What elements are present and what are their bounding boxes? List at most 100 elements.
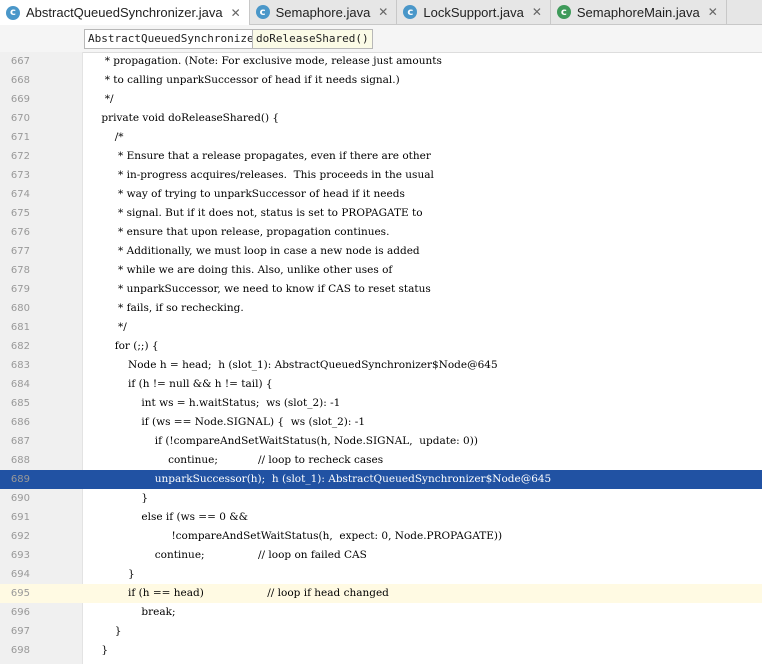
tab-label: Semaphore.java — [275, 4, 371, 20]
line-number: 668 — [10, 75, 30, 86]
line-number: 673 — [10, 170, 30, 181]
code-line[interactable]: 682 for (;;) { — [0, 337, 762, 356]
code-text: } — [88, 568, 135, 580]
close-icon[interactable]: ✕ — [231, 6, 241, 20]
code-line[interactable]: 674 * way of trying to unparkSuccessor o… — [0, 185, 762, 204]
breadcrumb-class[interactable]: AbstractQueuedSynchronizer — [84, 29, 265, 49]
code-line[interactable]: 675 * signal. But if it does not, status… — [0, 204, 762, 223]
code-text: if (ws == Node.SIGNAL) { ws (slot_2): -1 — [88, 416, 365, 428]
code-line[interactable]: 681 */ — [0, 318, 762, 337]
line-number: 672 — [10, 151, 30, 162]
line-number: 683 — [10, 360, 30, 371]
code-text: break; — [88, 606, 176, 618]
code-text: } — [88, 644, 109, 656]
run-class-icon: c — [556, 5, 571, 19]
line-number: 674 — [10, 189, 30, 200]
code-line[interactable]: 698 } — [0, 641, 762, 660]
tab-semaphore[interactable]: c Semaphore.java ✕ — [250, 0, 398, 24]
line-number: 692 — [10, 531, 30, 542]
code-editor[interactable]: 667 * propagation. (Note: For exclusive … — [0, 52, 762, 664]
line-number: 670 — [10, 113, 30, 124]
close-icon[interactable]: ✕ — [708, 5, 718, 19]
code-text: * ensure that upon release, propagation … — [88, 226, 390, 238]
line-number: 671 — [10, 132, 30, 143]
tab-label: AbstractQueuedSynchronizer.java — [26, 5, 223, 20]
code-text: } — [88, 625, 122, 637]
code-text: continue; // loop to recheck cases — [88, 454, 384, 466]
class-icon: c — [255, 5, 270, 19]
code-line[interactable]: 676 * ensure that upon release, propagat… — [0, 223, 762, 242]
code-text: * Ensure that a release propagates, even… — [88, 150, 431, 162]
tab-locksupport[interactable]: c LockSupport.java ✕ — [397, 0, 551, 24]
code-line[interactable]: 687 if (!compareAndSetWaitStatus(h, Node… — [0, 432, 762, 451]
code-text: private void doReleaseShared() { — [88, 112, 280, 124]
line-number: 678 — [10, 265, 30, 276]
code-line[interactable]: 668 * to calling unparkSuccessor of head… — [0, 71, 762, 90]
code-line[interactable]: 694 } — [0, 565, 762, 584]
code-text: for (;;) { — [88, 340, 159, 352]
code-line[interactable]: 672 * Ensure that a release propagates, … — [0, 147, 762, 166]
code-line[interactable]: 688 continue; // loop to recheck cases — [0, 451, 762, 470]
breadcrumb: AbstractQueuedSynchronizer doReleaseShar… — [0, 25, 762, 53]
code-line[interactable]: 696 break; — [0, 603, 762, 622]
code-text: */ — [88, 93, 114, 105]
line-number: 697 — [10, 626, 30, 637]
code-line[interactable]: 667 * propagation. (Note: For exclusive … — [0, 52, 762, 71]
code-line[interactable]: 690 } — [0, 489, 762, 508]
code-text: */ — [88, 321, 127, 333]
code-line[interactable]: 693 continue; // loop on failed CAS — [0, 546, 762, 565]
code-text: if (h != null && h != tail) { — [88, 378, 273, 390]
line-number: 679 — [10, 284, 30, 295]
code-line[interactable]: 671 /* — [0, 128, 762, 147]
line-number: 690 — [10, 493, 30, 504]
code-text: } — [88, 492, 149, 504]
code-text: * propagation. (Note: For exclusive mode… — [88, 55, 442, 67]
line-number: 688 — [10, 455, 30, 466]
breadcrumb-method[interactable]: doReleaseShared() — [252, 29, 373, 49]
editor-tab-bar: c AbstractQueuedSynchronizer.java ✕ c Se… — [0, 0, 762, 25]
code-line[interactable]: 679 * unparkSuccessor, we need to know i… — [0, 280, 762, 299]
line-number: 689 — [10, 474, 30, 485]
code-line[interactable]: 686 if (ws == Node.SIGNAL) { ws (slot_2)… — [0, 413, 762, 432]
code-line[interactable]: 683 Node h = head; h (slot_1): AbstractQ… — [0, 356, 762, 375]
code-line[interactable]: 680 * fails, if so rechecking. — [0, 299, 762, 318]
line-number: 676 — [10, 227, 30, 238]
line-number: 677 — [10, 246, 30, 257]
code-text: if (h == head) // loop if head changed — [88, 587, 389, 599]
class-icon: c — [6, 5, 20, 20]
line-number: 669 — [10, 94, 30, 105]
code-text: * signal. But if it does not, status is … — [88, 207, 423, 219]
line-number: 685 — [10, 398, 30, 409]
line-number: 681 — [10, 322, 30, 333]
tab-abstractqueuedsynchronizer[interactable]: c AbstractQueuedSynchronizer.java ✕ — [0, 0, 250, 25]
line-number: 680 — [10, 303, 30, 314]
close-icon[interactable]: ✕ — [378, 5, 388, 19]
code-text: !compareAndSetWaitStatus(h, expect: 0, N… — [88, 530, 503, 542]
code-line[interactable]: 697 } — [0, 622, 762, 641]
code-line[interactable]: 684 if (h != null && h != tail) { — [0, 375, 762, 394]
line-number: 693 — [10, 550, 30, 561]
code-text: Node h = head; h (slot_1): AbstractQueue… — [88, 359, 498, 371]
code-line[interactable]: 689 unparkSuccessor(h); h (slot_1): Abst… — [0, 470, 762, 489]
code-text: * to calling unparkSuccessor of head if … — [88, 74, 400, 86]
code-line[interactable]: 669 */ — [0, 90, 762, 109]
code-text: * way of trying to unparkSuccessor of he… — [88, 188, 405, 200]
code-text: * unparkSuccessor, we need to know if CA… — [88, 283, 431, 295]
class-icon: c — [403, 5, 418, 19]
code-text: * in-progress acquires/releases. This pr… — [88, 169, 434, 181]
line-number: 686 — [10, 417, 30, 428]
code-text: else if (ws == 0 && — [88, 511, 248, 523]
code-line[interactable]: 670 private void doReleaseShared() { — [0, 109, 762, 128]
code-line[interactable]: 691 else if (ws == 0 && — [0, 508, 762, 527]
close-icon[interactable]: ✕ — [532, 5, 542, 19]
code-line[interactable]: 673 * in-progress acquires/releases. Thi… — [0, 166, 762, 185]
line-number: 695 — [10, 588, 30, 599]
code-text: * while we are doing this. Also, unlike … — [88, 264, 393, 276]
tab-semaphoremain[interactable]: c SemaphoreMain.java ✕ — [551, 0, 727, 24]
code-line[interactable]: 695 if (h == head) // loop if head chang… — [0, 584, 762, 603]
code-line[interactable]: 685 int ws = h.waitStatus; ws (slot_2): … — [0, 394, 762, 413]
line-number: 694 — [10, 569, 30, 580]
code-line[interactable]: 678 * while we are doing this. Also, unl… — [0, 261, 762, 280]
code-line[interactable]: 677 * Additionally, we must loop in case… — [0, 242, 762, 261]
code-line[interactable]: 692 !compareAndSetWaitStatus(h, expect: … — [0, 527, 762, 546]
